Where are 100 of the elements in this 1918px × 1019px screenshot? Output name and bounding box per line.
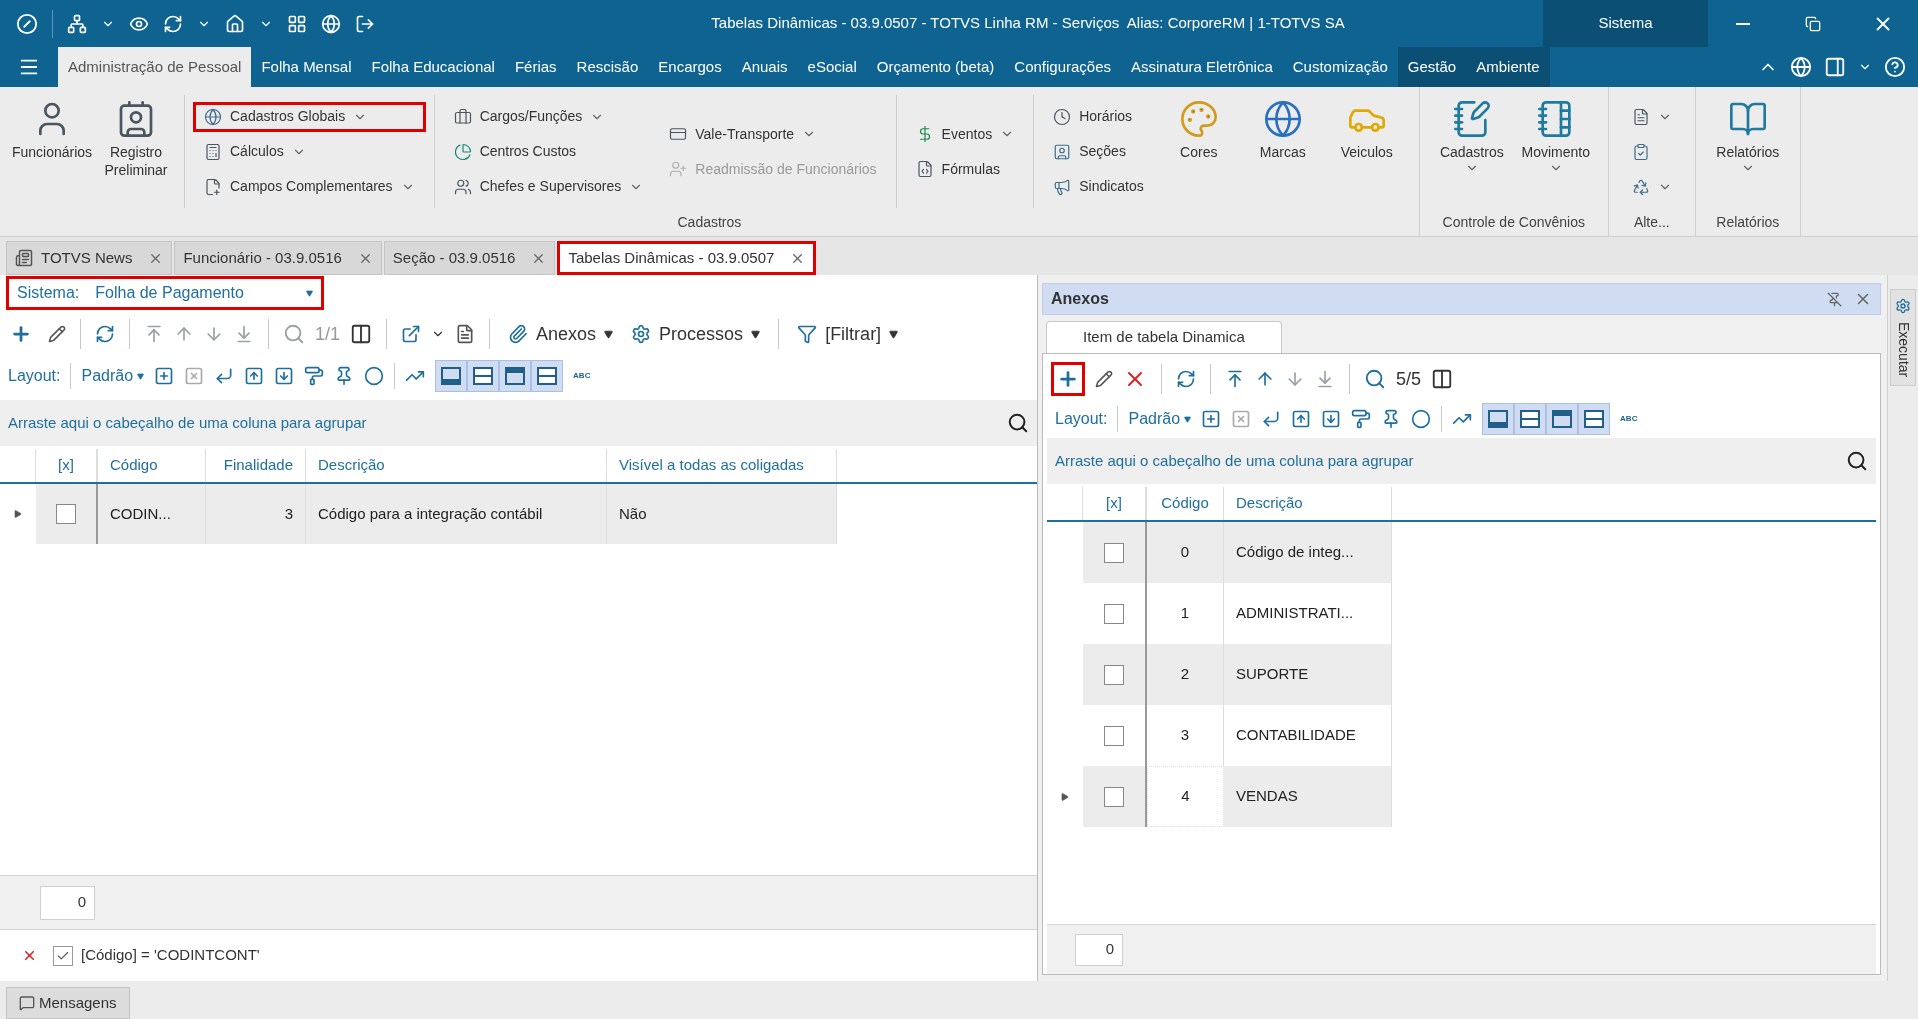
ribbon-tab[interactable]: Ambiente — [1466, 47, 1550, 87]
ribbon-button[interactable]: Sindicatos — [1042, 171, 1155, 202]
refresh-icon[interactable] — [1176, 369, 1196, 389]
column-header[interactable]: [x] — [36, 449, 98, 482]
ribbon-button[interactable]: Campos Complementares — [193, 171, 426, 202]
sistema-selector[interactable]: Sistema: Folha de Pagamento — [6, 276, 324, 310]
ribbon-tab[interactable]: Configurações — [1004, 47, 1122, 87]
ribbon-large-button[interactable]: Cadastros — [1431, 95, 1512, 208]
arrow-top-icon[interactable] — [1225, 369, 1245, 389]
panel-tab[interactable]: Item de tabela Dinamica — [1046, 321, 1282, 353]
view-toggle[interactable] — [1578, 403, 1611, 435]
checkbox[interactable] — [1104, 542, 1124, 563]
ribbon-button[interactable]: Eventos — [904, 119, 1026, 149]
arrow-bottom-icon[interactable] — [1315, 369, 1335, 389]
ribbon-large-button[interactable]: Movimento — [1515, 95, 1596, 208]
home-icon[interactable] — [225, 13, 245, 34]
document-tab[interactable]: Funcionário - 03.9.0516 — [174, 241, 382, 275]
ribbon-button[interactable]: Chefes e Supervisores — [442, 171, 655, 202]
globe-icon[interactable] — [321, 13, 341, 34]
checkbox[interactable] — [56, 504, 76, 524]
return-icon[interactable] — [214, 366, 235, 386]
ribbon-tab[interactable]: Customização — [1282, 47, 1398, 87]
checkbox[interactable] — [1104, 603, 1124, 624]
ribbon-button[interactable]: Centros Custos — [442, 136, 655, 167]
ribbon-tab[interactable]: Rescisão — [566, 47, 649, 87]
checkbox[interactable] — [53, 945, 73, 966]
column-header[interactable]: Finalidade — [206, 449, 306, 482]
view-toggle[interactable] — [499, 360, 532, 392]
arrow-bottom-icon[interactable] — [234, 324, 254, 344]
view-toggle[interactable] — [435, 360, 468, 392]
spellcheck-label[interactable]: ABC — [573, 370, 591, 382]
view-toggle[interactable] — [1482, 403, 1515, 435]
ribbon-tab[interactable]: Assinatura Eletrônica — [1121, 47, 1283, 87]
column-header[interactable]: Código — [98, 449, 206, 482]
panel-icon[interactable] — [1824, 56, 1846, 78]
clear-filter-icon[interactable] — [22, 948, 37, 963]
ribbon-tab[interactable]: eSocial — [797, 47, 867, 87]
ribbon-button[interactable]: Horários — [1042, 101, 1155, 132]
search-icon[interactable] — [1846, 450, 1868, 472]
layout-dropdown[interactable]: Padrão — [1128, 407, 1192, 431]
column-header[interactable]: Descrição — [306, 449, 607, 482]
ribbon-large-button[interactable]: Registro Preliminar — [96, 95, 176, 208]
document-tab[interactable]: Tabelas Dinâmicas - 03.9.0507 — [557, 241, 817, 275]
search-icon[interactable] — [1007, 412, 1029, 434]
column-header[interactable]: Visível a todas as coligadas — [607, 449, 837, 482]
download-icon[interactable] — [1321, 409, 1342, 429]
ribbon-button[interactable]: Cálculos — [193, 136, 426, 167]
globe-icon[interactable] — [1790, 56, 1812, 78]
side-panel-tab[interactable]: Executar — [1890, 289, 1916, 387]
grid-icon[interactable] — [287, 13, 307, 34]
ribbon-tab[interactable]: Folha Mensal — [251, 47, 362, 87]
pencil-icon[interactable] — [48, 325, 66, 343]
ribbon-tab[interactable]: Orçamento (beta) — [866, 47, 1005, 87]
ribbon-tab[interactable]: Férias — [504, 47, 567, 87]
add-square-icon[interactable] — [154, 366, 175, 386]
document-tab[interactable]: Seção - 03.9.0516 — [383, 241, 556, 275]
ribbon-tab[interactable]: Encargos — [648, 47, 732, 87]
checkbox[interactable] — [1104, 664, 1124, 685]
ribbon-large-button[interactable]: Relatórios — [1707, 95, 1788, 208]
add-button[interactable] — [1051, 362, 1085, 396]
menu-button[interactable]: Processos — [627, 320, 765, 348]
ribbon-large-button[interactable]: Cores — [1158, 95, 1239, 208]
upload-icon[interactable] — [1291, 409, 1312, 429]
circle-icon[interactable] — [1411, 409, 1432, 429]
ribbon-button[interactable]: Cadastros Globais — [193, 101, 426, 132]
ribbon-button[interactable]: Vale-Transporte — [658, 119, 888, 149]
help-icon[interactable] — [1884, 56, 1906, 78]
ribbon-tab[interactable]: Anuais — [731, 47, 798, 87]
pencil-icon[interactable] — [1095, 370, 1113, 388]
pin-icon[interactable] — [1827, 291, 1842, 307]
layout-dropdown[interactable]: Padrão — [81, 364, 145, 388]
checkbox[interactable] — [1104, 725, 1124, 746]
view-toggle[interactable] — [531, 360, 564, 392]
columns-icon[interactable] — [1431, 368, 1454, 390]
checkbox[interactable] — [1104, 786, 1124, 807]
document-icon[interactable] — [455, 324, 476, 344]
paint-roller-icon[interactable] — [304, 366, 325, 386]
exit-icon[interactable] — [355, 13, 375, 34]
refresh-icon[interactable] — [95, 324, 115, 344]
refresh-icon[interactable] — [163, 13, 183, 34]
add-square-icon[interactable] — [1201, 409, 1222, 429]
column-header[interactable]: Descrição — [1224, 487, 1392, 520]
ribbon-button[interactable]: Fórmulas — [904, 154, 1026, 184]
hierarchy-icon[interactable] — [67, 13, 87, 34]
ribbon-button[interactable]: Cargos/Funções — [442, 101, 655, 132]
upload-icon[interactable] — [244, 366, 265, 386]
ribbon-tab[interactable]: Gestão — [1397, 47, 1467, 87]
column-header[interactable]: [x] — [1083, 487, 1147, 520]
menu-button[interactable]: [Filtrar] — [793, 320, 903, 348]
document-tab[interactable]: TOTVS News — [6, 241, 173, 275]
menu-button[interactable]: Anexos — [504, 320, 618, 348]
export-icon[interactable] — [401, 324, 422, 344]
view-toggle[interactable] — [467, 360, 500, 392]
ribbon-tab[interactable]: Administração de Pessoal — [58, 47, 252, 87]
paint-roller-icon[interactable] — [1351, 409, 1372, 429]
messages-button[interactable]: Mensagens — [6, 987, 130, 1019]
circle-icon[interactable] — [364, 366, 385, 386]
return-icon[interactable] — [1261, 409, 1282, 429]
ribbon-large-button[interactable]: Funcionários — [12, 95, 92, 208]
arrow-top-icon[interactable] — [144, 324, 164, 344]
